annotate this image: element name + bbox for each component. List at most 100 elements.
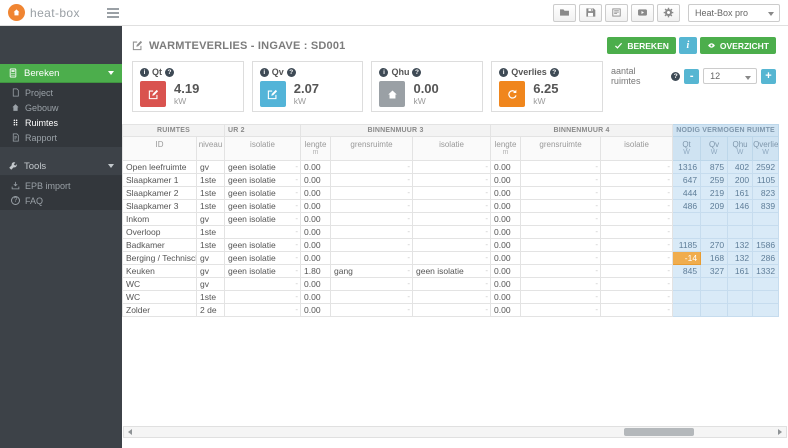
cell-id[interactable]: Overloop (123, 226, 197, 239)
cell-niveau[interactable]: 1ste (197, 174, 225, 187)
folder-button[interactable] (553, 4, 576, 22)
cell-bm4_isolatie[interactable] (601, 304, 673, 317)
cell-niveau[interactable]: 1ste (197, 187, 225, 200)
profile-select[interactable]: Heat-Box pro (688, 4, 780, 22)
cell-bm2_isolatie[interactable]: geen isolatie (225, 213, 301, 226)
sidebar-section-tools[interactable]: Tools (0, 157, 122, 176)
cell-bm3_lengte[interactable]: 0.00 (301, 278, 331, 291)
cell-bm3_isolatie[interactable] (413, 278, 491, 291)
sidebar-item-epb-import[interactable]: EPB import (0, 178, 122, 193)
cell-bm4_grensruimte[interactable] (521, 174, 601, 187)
cell-id[interactable]: WC (123, 291, 197, 304)
cell-bm4_lengte[interactable]: 0.00 (491, 265, 521, 278)
save-button[interactable] (579, 4, 602, 22)
cell-bm3_isolatie[interactable] (413, 174, 491, 187)
cell-bm2_isolatie[interactable]: geen isolatie (225, 161, 301, 174)
cell-bm4_lengte[interactable]: 0.00 (491, 239, 521, 252)
decrease-rooms-button[interactable]: - (684, 69, 699, 84)
cell-bm4_grensruimte[interactable] (521, 252, 601, 265)
cell-bm4_lengte[interactable]: 0.00 (491, 278, 521, 291)
cell-bm3_lengte[interactable]: 0.00 (301, 252, 331, 265)
cell-bm4_isolatie[interactable] (601, 291, 673, 304)
cell-bm4_lengte[interactable]: 0.00 (491, 161, 521, 174)
cell-bm4_isolatie[interactable] (601, 213, 673, 226)
cell-bm4_isolatie[interactable] (601, 265, 673, 278)
cell-bm3_isolatie[interactable] (413, 187, 491, 200)
cell-id[interactable]: Slaapkamer 1 (123, 174, 197, 187)
sidebar-section-bereken[interactable]: Bereken (0, 64, 122, 83)
help-icon[interactable]: ? (412, 68, 421, 77)
hamburger-menu-icon[interactable] (106, 6, 120, 20)
cell-bm3_lengte[interactable]: 0.00 (301, 161, 331, 174)
sidebar-item-project[interactable]: Project (0, 85, 122, 100)
cell-bm4_lengte[interactable]: 0.00 (491, 213, 521, 226)
cell-bm3_grensruimte[interactable] (331, 174, 413, 187)
cell-niveau[interactable]: gv (197, 278, 225, 291)
cell-bm4_grensruimte[interactable] (521, 161, 601, 174)
cell-bm2_isolatie[interactable]: geen isolatie (225, 239, 301, 252)
help-icon[interactable]: ? (287, 68, 296, 77)
cell-bm4_grensruimte[interactable] (521, 278, 601, 291)
cell-bm2_isolatie[interactable]: geen isolatie (225, 200, 301, 213)
cell-id[interactable]: Inkom (123, 213, 197, 226)
cell-bm3_grensruimte[interactable] (331, 252, 413, 265)
sidebar-item-faq[interactable]: ? FAQ (0, 193, 122, 208)
news-button[interactable] (605, 4, 628, 22)
cell-bm4_lengte[interactable]: 0.00 (491, 174, 521, 187)
cell-niveau[interactable]: 1ste (197, 200, 225, 213)
cell-bm4_isolatie[interactable] (601, 161, 673, 174)
cell-bm3_lengte[interactable]: 0.00 (301, 226, 331, 239)
info-button[interactable]: i (679, 37, 697, 54)
cell-id[interactable]: Slaapkamer 2 (123, 187, 197, 200)
cell-bm4_grensruimte[interactable] (521, 213, 601, 226)
cell-bm3_grensruimte[interactable]: gang (331, 265, 413, 278)
cell-bm4_isolatie[interactable] (601, 200, 673, 213)
cell-niveau[interactable]: 2 de (197, 304, 225, 317)
cell-bm3_lengte[interactable]: 0.00 (301, 304, 331, 317)
cell-bm2_isolatie[interactable] (225, 226, 301, 239)
cell-niveau[interactable]: gv (197, 252, 225, 265)
cell-id[interactable]: WC (123, 278, 197, 291)
sidebar-item-rapport[interactable]: Rapport (0, 130, 122, 145)
cell-bm4_lengte[interactable]: 0.00 (491, 252, 521, 265)
cell-bm4_grensruimte[interactable] (521, 200, 601, 213)
cell-bm2_isolatie[interactable]: geen isolatie (225, 187, 301, 200)
overzicht-button[interactable]: OVERZICHT (700, 37, 776, 54)
cell-bm3_isolatie[interactable]: geen isolatie (413, 265, 491, 278)
cell-bm3_isolatie[interactable] (413, 213, 491, 226)
cell-bm4_isolatie[interactable] (601, 278, 673, 291)
cell-bm4_grensruimte[interactable] (521, 291, 601, 304)
cell-bm3_lengte[interactable]: 0.00 (301, 187, 331, 200)
scrollbar-thumb[interactable] (624, 428, 694, 436)
room-count-select[interactable]: 12 (703, 68, 757, 84)
cell-id[interactable]: Slaapkamer 3 (123, 200, 197, 213)
cell-bm4_isolatie[interactable] (601, 239, 673, 252)
cell-bm4_grensruimte[interactable] (521, 187, 601, 200)
cell-bm2_isolatie[interactable] (225, 304, 301, 317)
cell-bm3_grensruimte[interactable] (331, 226, 413, 239)
cell-bm4_lengte[interactable]: 0.00 (491, 187, 521, 200)
cell-niveau[interactable]: gv (197, 213, 225, 226)
cell-bm4_isolatie[interactable] (601, 187, 673, 200)
cell-bm2_isolatie[interactable] (225, 291, 301, 304)
cell-niveau[interactable]: 1ste (197, 239, 225, 252)
cell-bm4_isolatie[interactable] (601, 174, 673, 187)
scroll-right-arrow[interactable] (774, 427, 786, 437)
cell-bm4_lengte[interactable]: 0.00 (491, 291, 521, 304)
help-icon[interactable]: ? (550, 68, 559, 77)
cell-bm3_grensruimte[interactable] (331, 304, 413, 317)
bereken-button[interactable]: BEREKEN (607, 37, 676, 54)
cell-bm3_lengte[interactable]: 0.00 (301, 291, 331, 304)
help-icon[interactable]: ? (671, 72, 680, 81)
cell-bm3_isolatie[interactable] (413, 252, 491, 265)
cell-bm3_lengte[interactable]: 0.00 (301, 174, 331, 187)
cell-bm4_lengte[interactable]: 0.00 (491, 200, 521, 213)
cell-bm3_isolatie[interactable] (413, 291, 491, 304)
cell-id[interactable]: Berging / Technische (123, 252, 197, 265)
cell-id[interactable]: Zolder (123, 304, 197, 317)
cell-niveau[interactable]: gv (197, 265, 225, 278)
cell-bm3_isolatie[interactable] (413, 226, 491, 239)
help-icon[interactable]: ? (165, 68, 174, 77)
cell-bm3_grensruimte[interactable] (331, 213, 413, 226)
settings-button[interactable] (657, 4, 680, 22)
